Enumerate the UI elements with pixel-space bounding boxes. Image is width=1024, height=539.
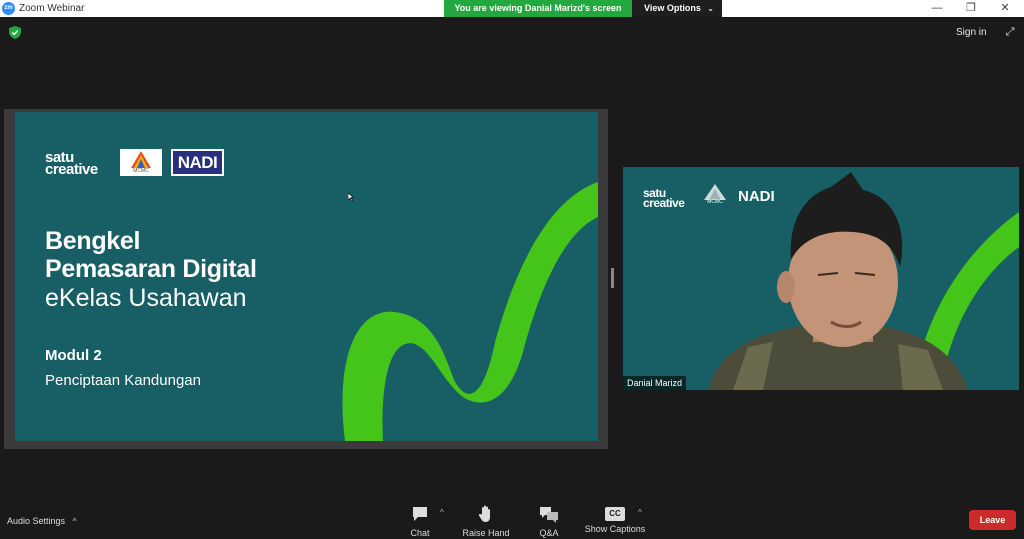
chat-options-caret[interactable]: ^ — [440, 508, 444, 517]
zoom-logo-icon: zm — [2, 2, 15, 15]
split-resize-handle[interactable] — [611, 268, 614, 288]
slide-module-subtitle: Penciptaan Kandungan — [45, 372, 201, 389]
slide-title: Bengkel Pemasaran Digital — [45, 227, 257, 283]
view-options-button[interactable]: View Options ⌄ — [632, 0, 722, 17]
minimize-button[interactable]: — — [922, 0, 952, 17]
mcmc-triangle-icon — [131, 151, 151, 168]
raise-hand-icon — [478, 505, 490, 522]
qa-icon — [540, 507, 558, 523]
captions-options-caret[interactable]: ^ — [638, 508, 642, 517]
qa-button[interactable]: Q&A — [536, 505, 562, 539]
satu-creative-logo: satu creative — [45, 149, 98, 178]
leave-button[interactable]: Leave — [969, 510, 1016, 530]
chat-button[interactable]: Chat — [406, 505, 434, 539]
show-captions-label: Show Captions — [584, 524, 646, 534]
participant-name-label: Danial Marizd — [623, 376, 687, 390]
view-options-label: View Options — [644, 3, 701, 13]
audio-settings-button[interactable]: Audio Settings ^ — [7, 515, 76, 528]
nadi-logo: NADI — [171, 149, 224, 176]
caret-up-icon: ^ — [72, 517, 77, 526]
audio-settings-label: Audio Settings — [7, 516, 66, 526]
show-captions-button[interactable]: CC Show Captions — [584, 505, 646, 535]
chevron-down-icon: ⌄ — [707, 4, 714, 13]
sign-in-button[interactable]: Sign in — [956, 26, 987, 40]
chat-label: Chat — [410, 528, 430, 538]
mcmc-logo: MCMC — [120, 149, 162, 176]
close-button[interactable]: ✕ — [990, 0, 1020, 17]
shield-check-icon[interactable] — [9, 26, 21, 39]
window-title: Zoom Webinar — [19, 3, 85, 14]
closed-captions-icon: CC — [605, 507, 625, 521]
slide-module-heading: Modul 2 — [45, 347, 102, 364]
mouse-pointer-icon — [348, 193, 354, 201]
chat-bubble-icon — [413, 507, 427, 521]
slide-subtitle: eKelas Usahawan — [45, 284, 247, 312]
participant-video-tile[interactable]: satu creative MCMC NADI — [623, 167, 1019, 390]
qa-label: Q&A — [539, 528, 559, 538]
restore-button[interactable]: ❐ — [956, 0, 986, 17]
participant-avatar — [708, 172, 968, 390]
video-satu-creative-logo: satu creative — [643, 186, 685, 210]
raise-hand-label: Raise Hand — [462, 528, 510, 538]
fullscreen-icon[interactable]: ⤢ — [1003, 25, 1017, 39]
raise-hand-button[interactable]: Raise Hand — [462, 505, 510, 539]
shared-slide: satu creative MCMC NADI Bengkel Pemasara… — [15, 112, 598, 441]
screen-share-banner: You are viewing Danial Marizd's screen — [444, 0, 632, 17]
